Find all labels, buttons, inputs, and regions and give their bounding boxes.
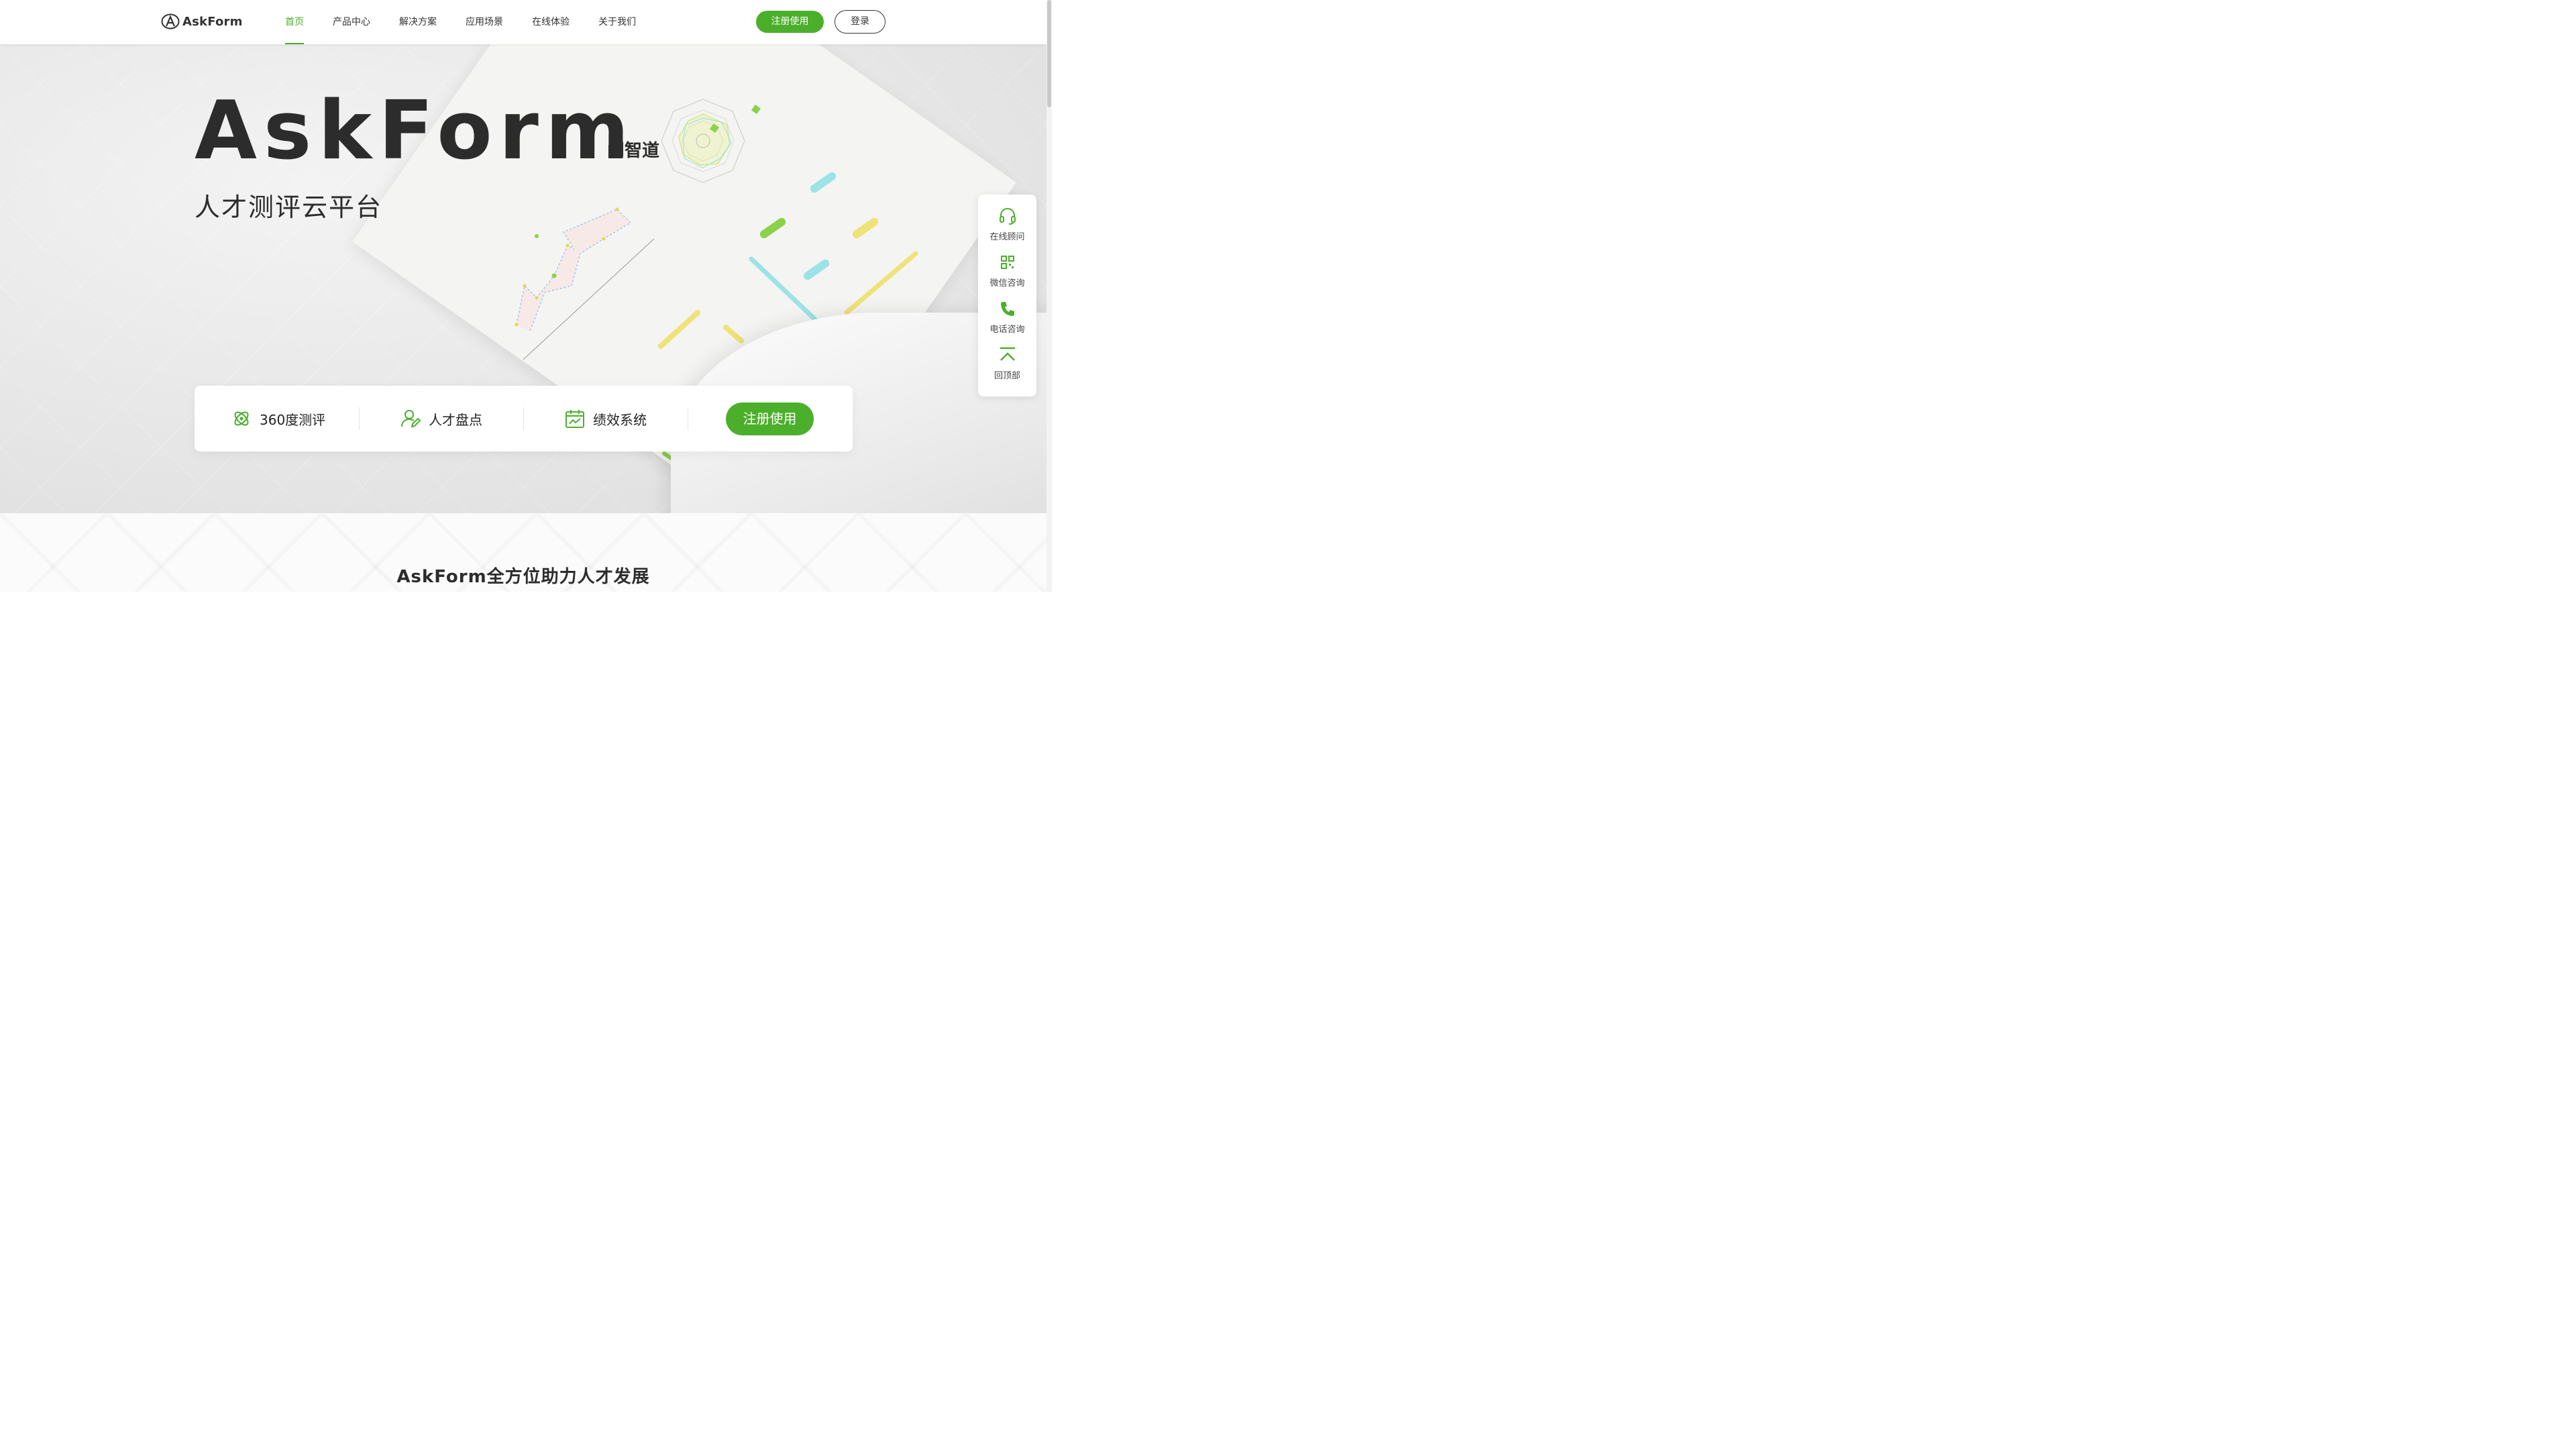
main-nav: 首页 产品中心 解决方案 应用场景 在线体验 关于我们 (285, 0, 665, 44)
side-item-online-consultant[interactable]: 在线顾问 (978, 199, 1036, 244)
section-title: AskForm全方位助力人才发展 (396, 567, 650, 587)
nav-item-scenarios[interactable]: 应用场景 (466, 0, 503, 44)
calendar-chart-icon (566, 410, 584, 428)
feature-label: 360度测评 (260, 411, 326, 428)
feature-divider (523, 407, 524, 430)
features-section: AskForm全方位助力人才发展 (0, 513, 1046, 592)
side-item-label: 回顶部 (994, 371, 1020, 381)
side-item-label: 在线顾问 (989, 232, 1025, 242)
feature-label: 绩效系统 (593, 411, 647, 428)
hero-brand-cn: 问智道 (607, 141, 660, 161)
nav-item-about[interactable]: 关于我们 (598, 0, 636, 44)
register-button[interactable]: 注册使用 (756, 11, 824, 33)
side-item-wechat[interactable]: 微信咨询 (978, 245, 1036, 290)
side-item-back-to-top[interactable]: 回顶部 (978, 337, 1036, 383)
logo-text: AskForm (182, 14, 243, 29)
feature-performance-system[interactable]: 绩效系统 (565, 386, 647, 451)
hero-subtitle: 人才测评云平台 (195, 193, 383, 222)
side-item-phone[interactable]: 电话咨询 (978, 291, 1036, 337)
headset-icon (999, 208, 1016, 225)
side-item-label: 电话咨询 (989, 325, 1025, 335)
back-to-top-icon (1000, 347, 1015, 361)
logo[interactable]: AskForm (161, 13, 243, 30)
side-item-label: 微信咨询 (989, 278, 1025, 288)
hero-title: AskForm (195, 85, 636, 178)
site-header: AskForm 首页 产品中心 解决方案 应用场景 在线体验 关于我们 注册使用… (0, 0, 1046, 44)
page-scrollbar[interactable] (1046, 0, 1052, 592)
atom-icon (234, 411, 249, 426)
nav-item-home[interactable]: 首页 (285, 0, 304, 44)
feature-divider (359, 407, 360, 430)
login-button[interactable]: 登录 (835, 10, 885, 34)
qrcode-icon (1000, 256, 1014, 269)
feature-label: 人才盘点 (429, 411, 482, 428)
register-button-hero[interactable]: 注册使用 (726, 402, 814, 435)
feature-bar: 360度测评 人才盘点 绩效系统 注册使用 (195, 386, 853, 451)
nav-item-products[interactable]: 产品中心 (333, 0, 370, 44)
nav-item-solutions[interactable]: 解决方案 (399, 0, 437, 44)
nav-item-online-trial[interactable]: 在线体验 (532, 0, 570, 44)
user-edit-icon (401, 410, 421, 428)
hero-banner: AskForm 问智道 人才测评云平台 360度测评 人才盘点 绩效系统 注册使… (0, 44, 1046, 513)
feature-360-review[interactable]: 360度测评 (231, 386, 325, 451)
scrollbar-thumb[interactable] (1047, 0, 1051, 107)
side-contact-panel: 在线顾问 微信咨询 电话咨询 回顶部 (978, 195, 1036, 396)
logo-mark-icon (161, 13, 180, 30)
feature-talent-inventory[interactable]: 人才盘点 (400, 386, 482, 451)
phone-icon (1000, 302, 1014, 316)
